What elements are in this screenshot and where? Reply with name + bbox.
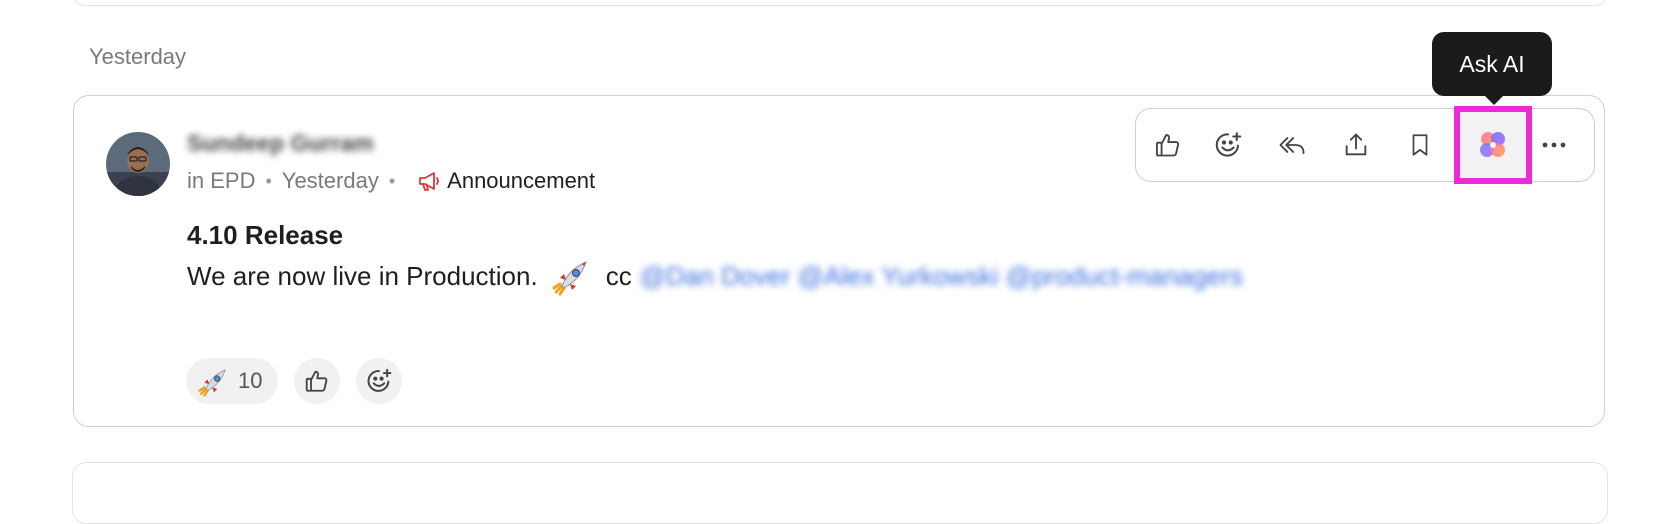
share-icon (1342, 131, 1370, 159)
add-reaction-icon (365, 367, 393, 395)
meta-separator: • (388, 170, 396, 191)
reply-icon (1277, 131, 1307, 159)
mentions[interactable]: @Dan Dover @Alex Yurkowski @product-mana… (640, 261, 1243, 292)
avatar[interactable] (106, 132, 170, 196)
reply-button[interactable] (1260, 109, 1324, 181)
post-title: 4.10 Release (187, 220, 344, 250)
post-meta: in EPD • Yesterday • Announcement (187, 168, 595, 194)
next-post-card (72, 462, 1608, 524)
thumbs-up-icon (304, 368, 330, 394)
add-reaction-icon (1213, 130, 1243, 160)
add-reaction-button[interactable] (1196, 109, 1260, 181)
author-name[interactable]: Sundeep Gurram (187, 130, 374, 157)
reaction-rocket[interactable]: 10 (186, 358, 279, 404)
ask-ai-tooltip: Ask AI (1432, 32, 1552, 96)
post-time: Yesterday (281, 168, 379, 193)
rocket-emoji (198, 365, 230, 397)
reaction-count: 10 (238, 368, 263, 393)
channel-label[interactable]: in EPD (187, 168, 255, 194)
thumbs-up-icon (1154, 131, 1182, 159)
day-separator-label: Yesterday (89, 44, 187, 69)
previous-post-card (72, 0, 1608, 6)
like-button[interactable] (1136, 109, 1200, 181)
tag-label: Announcement (447, 168, 596, 193)
ai-sparkle-icon (1476, 128, 1510, 162)
rocket-emoji (552, 256, 592, 296)
meta-separator: • (265, 170, 272, 191)
megaphone-icon (417, 170, 441, 192)
cc-label: cc (605, 260, 632, 291)
post-body: We are now live in Production. cc @Dan D… (187, 256, 1243, 296)
reaction-bar: 10 (186, 358, 403, 404)
announcement-tag: Announcement (417, 168, 595, 194)
like-reaction-button[interactable] (294, 358, 341, 404)
tooltip-arrow (1484, 95, 1504, 105)
ask-ai-button[interactable] (1454, 106, 1532, 184)
more-icon (1540, 141, 1568, 149)
bookmark-button[interactable] (1388, 109, 1452, 181)
add-reaction-button[interactable] (356, 358, 403, 404)
post-body-text: We are now live in Production. (187, 260, 538, 291)
bookmark-icon (1407, 131, 1433, 159)
share-button[interactable] (1324, 109, 1388, 181)
